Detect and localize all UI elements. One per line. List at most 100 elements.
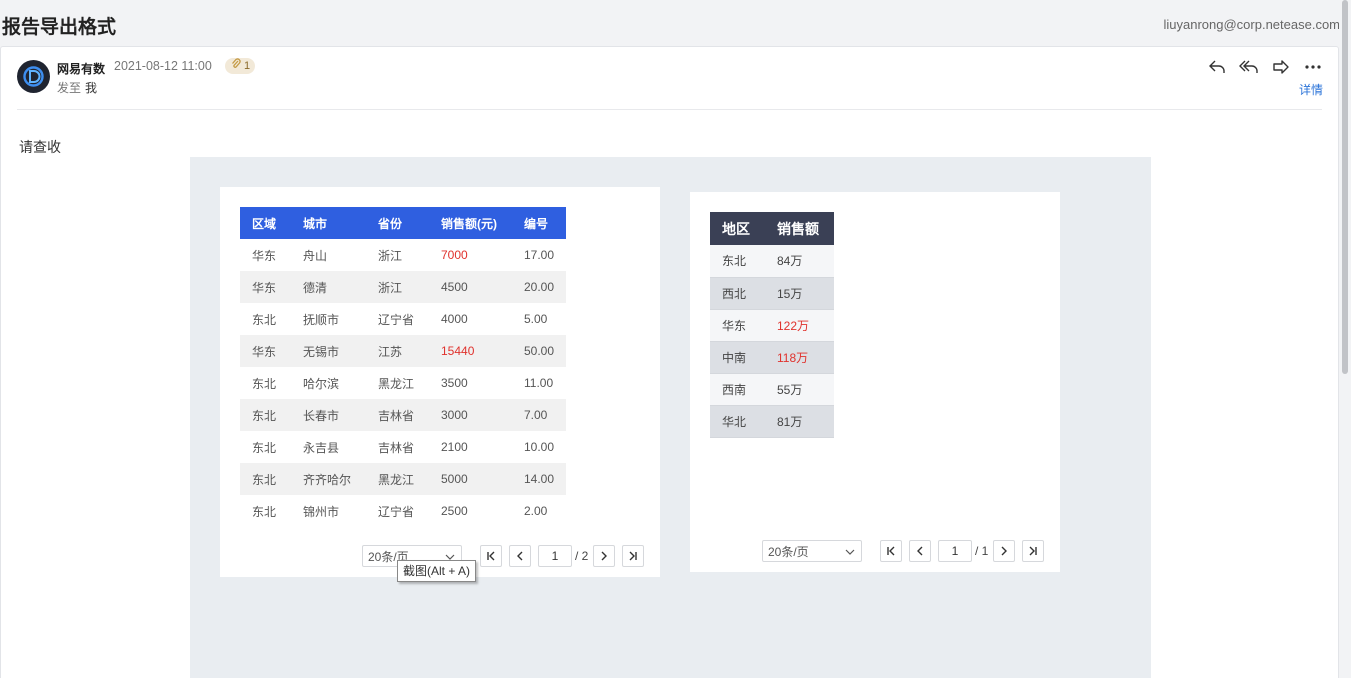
attachment-badge[interactable]: 1: [225, 57, 256, 75]
table-cell: 7000: [441, 248, 468, 262]
page-total: / 2: [575, 549, 589, 563]
table-cell: 浙江: [378, 248, 403, 263]
column-header[interactable]: 区域: [240, 207, 291, 239]
table-cell: 吉林省: [378, 440, 415, 455]
table-cell: 舟山: [303, 248, 328, 263]
mail-body-greeting: 请查收: [19, 139, 61, 155]
account-email: liuyanrong@corp.netease.com: [1163, 17, 1340, 32]
prev-page-button[interactable]: [509, 545, 531, 567]
table-cell: 东北: [252, 504, 277, 519]
table-cell: 哈尔滨: [303, 376, 340, 391]
table-cell: 10.00: [524, 440, 555, 454]
page-number-input[interactable]: 1: [938, 540, 972, 562]
column-header[interactable]: 地区: [710, 212, 765, 245]
table-cell: 东北: [252, 376, 277, 391]
last-page-button[interactable]: [622, 545, 645, 567]
table-cell: 5.00: [524, 312, 548, 326]
column-header[interactable]: 城市: [291, 207, 366, 239]
table-row[interactable]: 华东 无锡市 江苏 15440 50.00: [240, 335, 566, 367]
column-header[interactable]: 销售额(元): [429, 207, 512, 239]
table-cell: 锦州市: [303, 504, 340, 519]
region-table: 地区 销售额 东北 84万 西北 15万 华东 122万 中南 118万 西南 55万 华北 81万: [710, 212, 834, 438]
scrollbar-thumb[interactable]: [1342, 0, 1348, 374]
table-cell: 2500: [441, 504, 468, 518]
table-cell: 东北: [252, 440, 277, 455]
table-row[interactable]: 东北 哈尔滨 黑龙江 3500 11.00: [240, 367, 566, 399]
table-cell: 华东: [240, 271, 291, 303]
report-image: 区域 城市 省份 销售额(元) 编号 华东 舟山 浙江 7000 17.00 华东 德清 浙江…: [190, 157, 1151, 678]
column-header[interactable]: 销售额: [765, 212, 834, 245]
table-cell: 西南: [710, 373, 765, 406]
table-cell: 华东: [252, 248, 277, 263]
forward-icon[interactable]: [1270, 57, 1292, 77]
table-row[interactable]: 华东 122万: [710, 309, 834, 342]
chevron-down-icon: [845, 544, 855, 558]
table-cell: 2100: [441, 440, 468, 454]
mail-view: 网易有数 2021-08-12 11:00 1 发至 我 详情 请查收 区域 城…: [0, 46, 1339, 678]
table-cell: 永吉县: [303, 440, 340, 455]
table-cell: 118万: [765, 341, 834, 374]
table-cell: 德清: [291, 271, 366, 303]
sender-avatar[interactable]: [17, 60, 50, 93]
table-cell: 东北: [240, 399, 291, 431]
table-row[interactable]: 东北 永吉县 吉林省 2100 10.00: [240, 431, 566, 463]
page-size-select[interactable]: 20条/页: [762, 540, 862, 562]
table-row[interactable]: 华北 81万: [710, 405, 834, 438]
mail-date: 2021-08-12 11:00: [114, 59, 212, 73]
more-icon[interactable]: [1302, 57, 1324, 77]
table-cell: 黑龙江: [366, 463, 429, 495]
table-row[interactable]: 华东 德清 浙江 4500 20.00: [240, 271, 566, 303]
table-cell: 3000: [429, 399, 512, 431]
table-cell: 15万: [765, 277, 834, 310]
sales-table-panel: 区域 城市 省份 销售额(元) 编号 华东 舟山 浙江 7000 17.00 华东 德清 浙江…: [220, 187, 660, 577]
table-pagination: 20条/页 1 / 1: [762, 540, 1051, 562]
mail-subject: 报告导出格式: [2, 17, 117, 38]
table-row[interactable]: 华东 舟山 浙江 7000 17.00: [240, 239, 566, 271]
column-header[interactable]: 编号: [512, 207, 566, 239]
table-header-row: 地区 销售额: [710, 212, 834, 245]
table-cell: 西北: [710, 277, 765, 310]
table-cell: 2.00: [524, 504, 548, 518]
mail-actions: [1206, 57, 1324, 77]
table-row[interactable]: 西南 55万: [710, 373, 834, 406]
table-row[interactable]: 东北 抚顺市 辽宁省 4000 5.00: [240, 303, 566, 335]
table-cell: 黑龙江: [378, 376, 415, 391]
sender-name[interactable]: 网易有数: [57, 60, 105, 77]
table-cell: 无锡市: [291, 335, 366, 367]
prev-page-button[interactable]: [909, 540, 931, 562]
first-page-button[interactable]: [880, 540, 902, 562]
table-cell: 5000: [429, 463, 512, 495]
page-scrollbar[interactable]: [1339, 0, 1351, 678]
next-page-button[interactable]: [993, 540, 1016, 562]
table-row[interactable]: 东北 齐齐哈尔 黑龙江 5000 14.00: [240, 463, 566, 495]
table-cell: 华东: [710, 309, 765, 342]
table-row[interactable]: 西北 15万: [710, 277, 834, 310]
reply-icon[interactable]: [1206, 57, 1228, 77]
recipient-value[interactable]: 我: [85, 79, 97, 96]
table-cell: 4500: [429, 271, 512, 303]
table-cell: 15440: [429, 335, 512, 367]
table-cell: 长春市: [291, 399, 366, 431]
page-size-value: 20条/页: [768, 544, 809, 559]
table-cell: 20.00: [512, 271, 566, 303]
column-header[interactable]: 省份: [366, 207, 429, 239]
paperclip-icon: [230, 57, 242, 75]
next-page-button[interactable]: [593, 545, 616, 567]
reply-all-icon[interactable]: [1238, 57, 1260, 77]
page-total: / 1: [975, 544, 989, 558]
details-link[interactable]: 详情: [1299, 81, 1323, 98]
table-row[interactable]: 中南 118万: [710, 341, 834, 374]
sales-table: 区域 城市 省份 销售额(元) 编号 华东 舟山 浙江 7000 17.00 华东 德清 浙江…: [240, 207, 566, 537]
table-row[interactable]: 东北 锦州市 辽宁省 2500 2.00: [240, 495, 566, 527]
table-cell: 辽宁省: [378, 312, 415, 327]
table-cell: 122万: [765, 309, 834, 342]
table-cell: 50.00: [512, 335, 566, 367]
page-number-input[interactable]: 1: [538, 545, 572, 567]
first-page-button[interactable]: [480, 545, 502, 567]
table-row[interactable]: 东北 84万: [710, 245, 834, 278]
last-page-button[interactable]: [1022, 540, 1045, 562]
table-row[interactable]: 东北 长春市 吉林省 3000 7.00: [240, 399, 566, 431]
table-cell: 华北: [710, 405, 765, 438]
table-cell: 17.00: [524, 248, 555, 262]
table-cell: 江苏: [366, 335, 429, 367]
